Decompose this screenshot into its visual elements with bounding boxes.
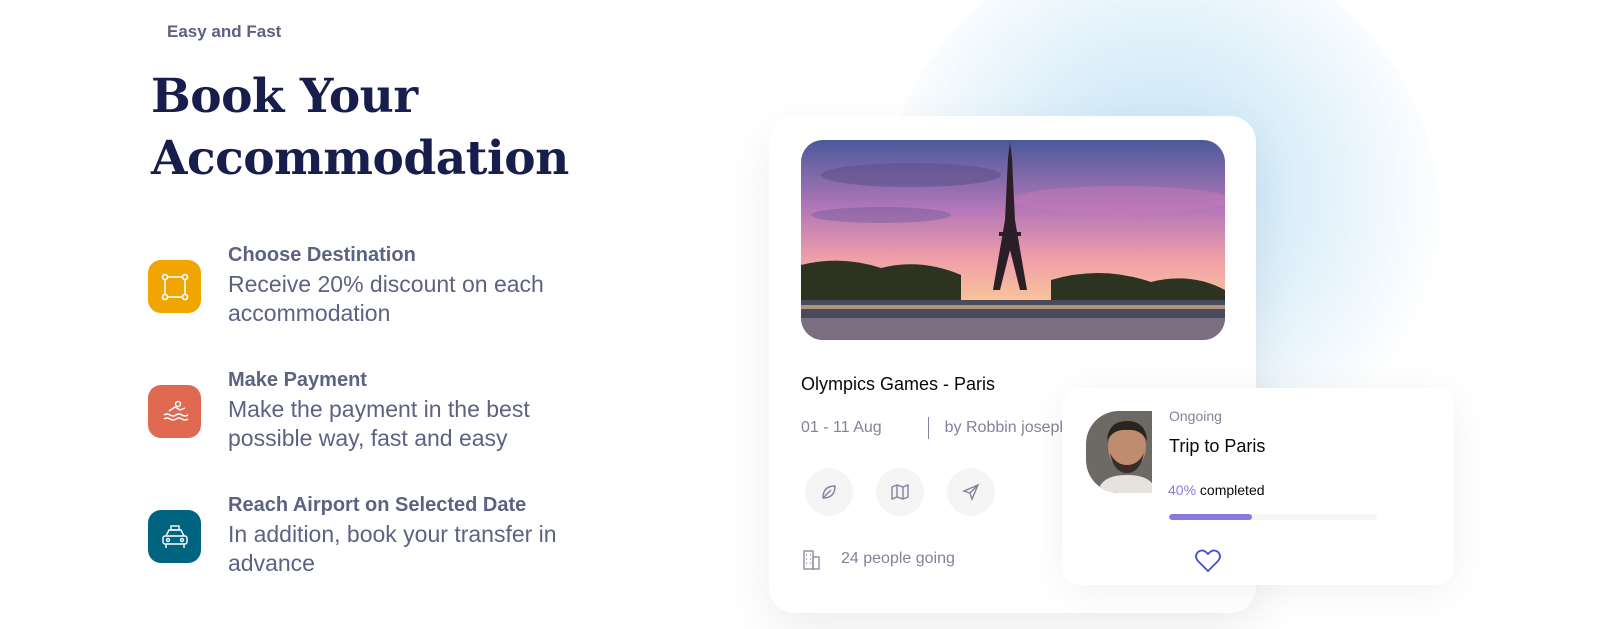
page-title-line-2: Accommodation xyxy=(151,131,569,186)
page-title-line-1: Book Your xyxy=(151,69,418,124)
progress-label: 40% completed xyxy=(1168,482,1265,498)
page-title: Book Your Accommodation xyxy=(151,66,671,190)
progress-trip-title: Trip to Paris xyxy=(1169,436,1266,456)
trip-meta: 01 - 11 Aug by Robbin joseph xyxy=(801,417,1068,439)
trip-dates: 01 - 11 Aug xyxy=(801,419,882,436)
feature-title: Choose Destination xyxy=(228,244,416,266)
building-icon xyxy=(803,550,820,570)
eyebrow-text: Easy and Fast xyxy=(167,22,282,41)
favorite-button[interactable] xyxy=(1194,548,1222,579)
people-going: 24 people going xyxy=(801,548,955,570)
progress-bar xyxy=(1169,514,1377,520)
leaf-button[interactable] xyxy=(805,468,853,516)
progress-bar-fill xyxy=(1169,514,1253,520)
water-sport-icon xyxy=(148,385,201,438)
avatar xyxy=(1086,411,1152,493)
trip-actions xyxy=(805,468,1018,516)
taxi-icon xyxy=(148,510,201,563)
feature-description: In addition, book your transfer in advan… xyxy=(228,521,557,576)
feature-description: Receive 20% discount on each accommodati… xyxy=(228,271,544,326)
progress-percent: 40% xyxy=(1168,482,1197,498)
trip-author: by Robbin joseph xyxy=(944,419,1069,436)
selection-square-icon xyxy=(148,260,201,313)
feature-make-payment: Make Payment Make the payment in the bes… xyxy=(148,369,608,459)
feature-choose-destination: Choose Destination Receive 20% discount … xyxy=(148,244,608,334)
leaf-icon xyxy=(822,485,836,499)
people-going-label: 24 people going xyxy=(841,550,955,567)
feature-reach-airport: Reach Airport on Selected Date In additi… xyxy=(148,494,608,584)
map-button[interactable] xyxy=(876,468,924,516)
trip-photo xyxy=(801,140,1225,340)
map-icon xyxy=(891,483,909,501)
trip-status: Ongoing xyxy=(1169,408,1222,424)
progress-card[interactable]: Ongoing Trip to Paris 40% completed xyxy=(1062,388,1454,585)
feature-title: Make Payment xyxy=(228,369,367,391)
send-button[interactable] xyxy=(947,468,995,516)
send-icon xyxy=(962,483,980,501)
feature-title: Reach Airport on Selected Date xyxy=(228,494,527,516)
heart-icon xyxy=(1195,549,1221,573)
progress-completed-text: completed xyxy=(1199,482,1265,498)
feature-description: Make the payment in the best possible wa… xyxy=(228,396,530,451)
meta-divider xyxy=(927,417,929,439)
trip-title: Olympics Games - Paris xyxy=(801,374,996,394)
